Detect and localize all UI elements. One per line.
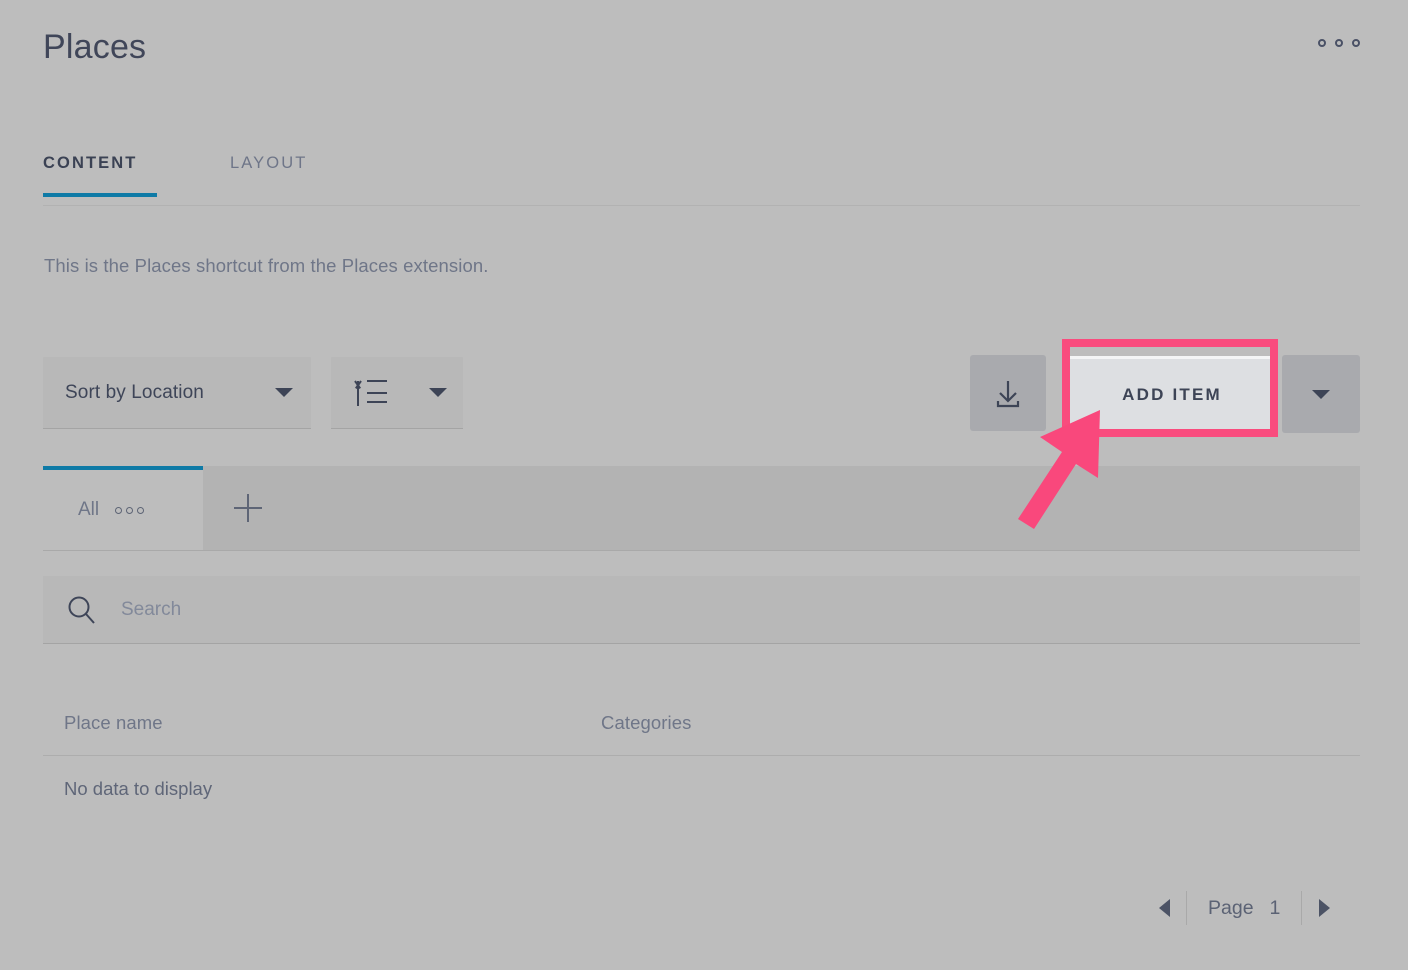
- tab-layout[interactable]: LAYOUT: [230, 154, 307, 191]
- ellipsis-dot: [1335, 39, 1343, 47]
- add-item-button[interactable]: ADD ITEM: [1070, 356, 1274, 430]
- page-indicator: Page 1: [1187, 897, 1301, 920]
- triangle-right-icon: [1318, 899, 1330, 917]
- chevron-down-icon: [1312, 389, 1330, 399]
- tab-content[interactable]: CONTENT: [43, 154, 158, 197]
- ellipsis-icon[interactable]: [1318, 33, 1360, 53]
- column-header-categories[interactable]: Categories: [601, 712, 691, 734]
- import-button[interactable]: [970, 355, 1046, 431]
- table-header-row: Place name Categories: [43, 690, 1360, 756]
- places-table: Place name Categories No data to display: [43, 690, 1360, 816]
- add-item-dropdown-button[interactable]: [1282, 355, 1360, 433]
- add-filter-tab-button[interactable]: [203, 466, 293, 550]
- triangle-left-icon: [1158, 899, 1170, 917]
- filter-tabbar: All: [43, 466, 1360, 551]
- column-header-place-name[interactable]: Place name: [64, 712, 163, 734]
- sort-by-value: Sort by Location: [65, 381, 204, 403]
- plus-icon: [234, 494, 262, 522]
- sort-ascending-icon: [353, 379, 387, 406]
- empty-state-message: No data to display: [64, 778, 213, 799]
- search-field[interactable]: [43, 576, 1360, 644]
- panel-description: This is the Places shortcut from the Pla…: [44, 255, 489, 276]
- previous-page-button[interactable]: [1142, 880, 1186, 936]
- filter-tab-all-label: All: [78, 499, 100, 520]
- table-empty-state: No data to display: [43, 756, 1360, 816]
- ellipsis-dot: [1318, 39, 1326, 47]
- sort-by-select[interactable]: Sort by Location: [43, 357, 311, 429]
- download-icon: [996, 381, 1020, 408]
- main-tabstrip: CONTENT LAYOUT: [43, 148, 1360, 206]
- search-icon: [68, 596, 95, 624]
- chevron-down-icon: [429, 388, 447, 397]
- page-title: Places: [43, 28, 147, 66]
- sort-direction-select[interactable]: [331, 357, 463, 429]
- next-page-button[interactable]: [1302, 880, 1346, 936]
- search-input[interactable]: [119, 597, 923, 622]
- chevron-down-icon: [275, 388, 293, 397]
- ellipsis-dot: [1352, 39, 1360, 47]
- page-label: Page: [1208, 896, 1254, 919]
- places-shortcut-panel: Places CONTENT LAYOUT This is the Places…: [0, 0, 1408, 970]
- page-number[interactable]: 1: [1270, 897, 1281, 920]
- ellipsis-icon[interactable]: [115, 506, 145, 514]
- pagination: Page 1: [1142, 880, 1346, 936]
- filter-tab-all[interactable]: All: [43, 466, 203, 550]
